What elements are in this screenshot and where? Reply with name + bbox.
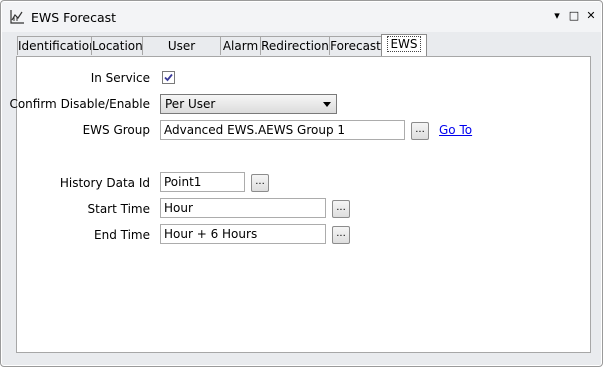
confirm-disable-label: Confirm Disable/Enable: [9, 97, 150, 111]
ews-group-field[interactable]: Advanced EWS.AEWS Group 1: [160, 120, 405, 140]
start-time-label: Start Time: [87, 202, 151, 216]
end-time-browse-button[interactable]: ...: [332, 226, 350, 244]
trend-chart-icon: [10, 10, 24, 24]
history-data-id-label: History Data Id: [59, 176, 150, 190]
ews-group-label: EWS Group: [82, 123, 150, 137]
window-title: EWS Forecast: [31, 10, 117, 25]
in-service-label: In Service: [90, 71, 150, 85]
dropdown-arrow-icon: [323, 102, 331, 107]
ews-forecast-window: EWS Forecast ▾ □ ✕ Identification Locati…: [0, 0, 603, 367]
window-menu-icon[interactable]: ▾: [551, 10, 563, 22]
confirm-disable-value: Per User: [165, 97, 216, 111]
tab-alarm[interactable]: Alarm: [220, 36, 261, 55]
end-time-field[interactable]: Hour + 6 Hours: [160, 224, 326, 244]
in-service-checkbox[interactable]: [162, 71, 175, 84]
title-bar[interactable]: EWS Forecast ▾ □ ✕: [2, 2, 601, 32]
tab-forecast[interactable]: Forecast: [329, 36, 382, 55]
history-data-id-browse-button[interactable]: ...: [251, 174, 269, 192]
tab-redirection[interactable]: Redirection: [260, 36, 330, 55]
ews-panel: In Service Confirm Disable/Enable Per Us…: [9, 56, 591, 353]
tab-identification[interactable]: Identification: [17, 36, 97, 55]
start-time-field[interactable]: Hour: [160, 198, 326, 218]
close-icon[interactable]: ✕: [585, 10, 597, 22]
confirm-disable-dropdown[interactable]: Per User: [160, 94, 337, 114]
ews-group-browse-button[interactable]: ...: [411, 122, 429, 140]
tab-ews[interactable]: EWS: [381, 34, 427, 56]
tab-location[interactable]: Location: [91, 36, 143, 55]
checkmark-icon: [164, 73, 173, 82]
go-to-link[interactable]: Go To: [439, 123, 472, 137]
end-time-label: End Time: [94, 228, 150, 242]
tab-user-methods[interactable]: User Methods: [142, 36, 221, 72]
start-time-browse-button[interactable]: ...: [332, 200, 350, 218]
maximize-icon[interactable]: □: [568, 10, 580, 22]
history-data-id-field[interactable]: Point1: [160, 172, 245, 192]
